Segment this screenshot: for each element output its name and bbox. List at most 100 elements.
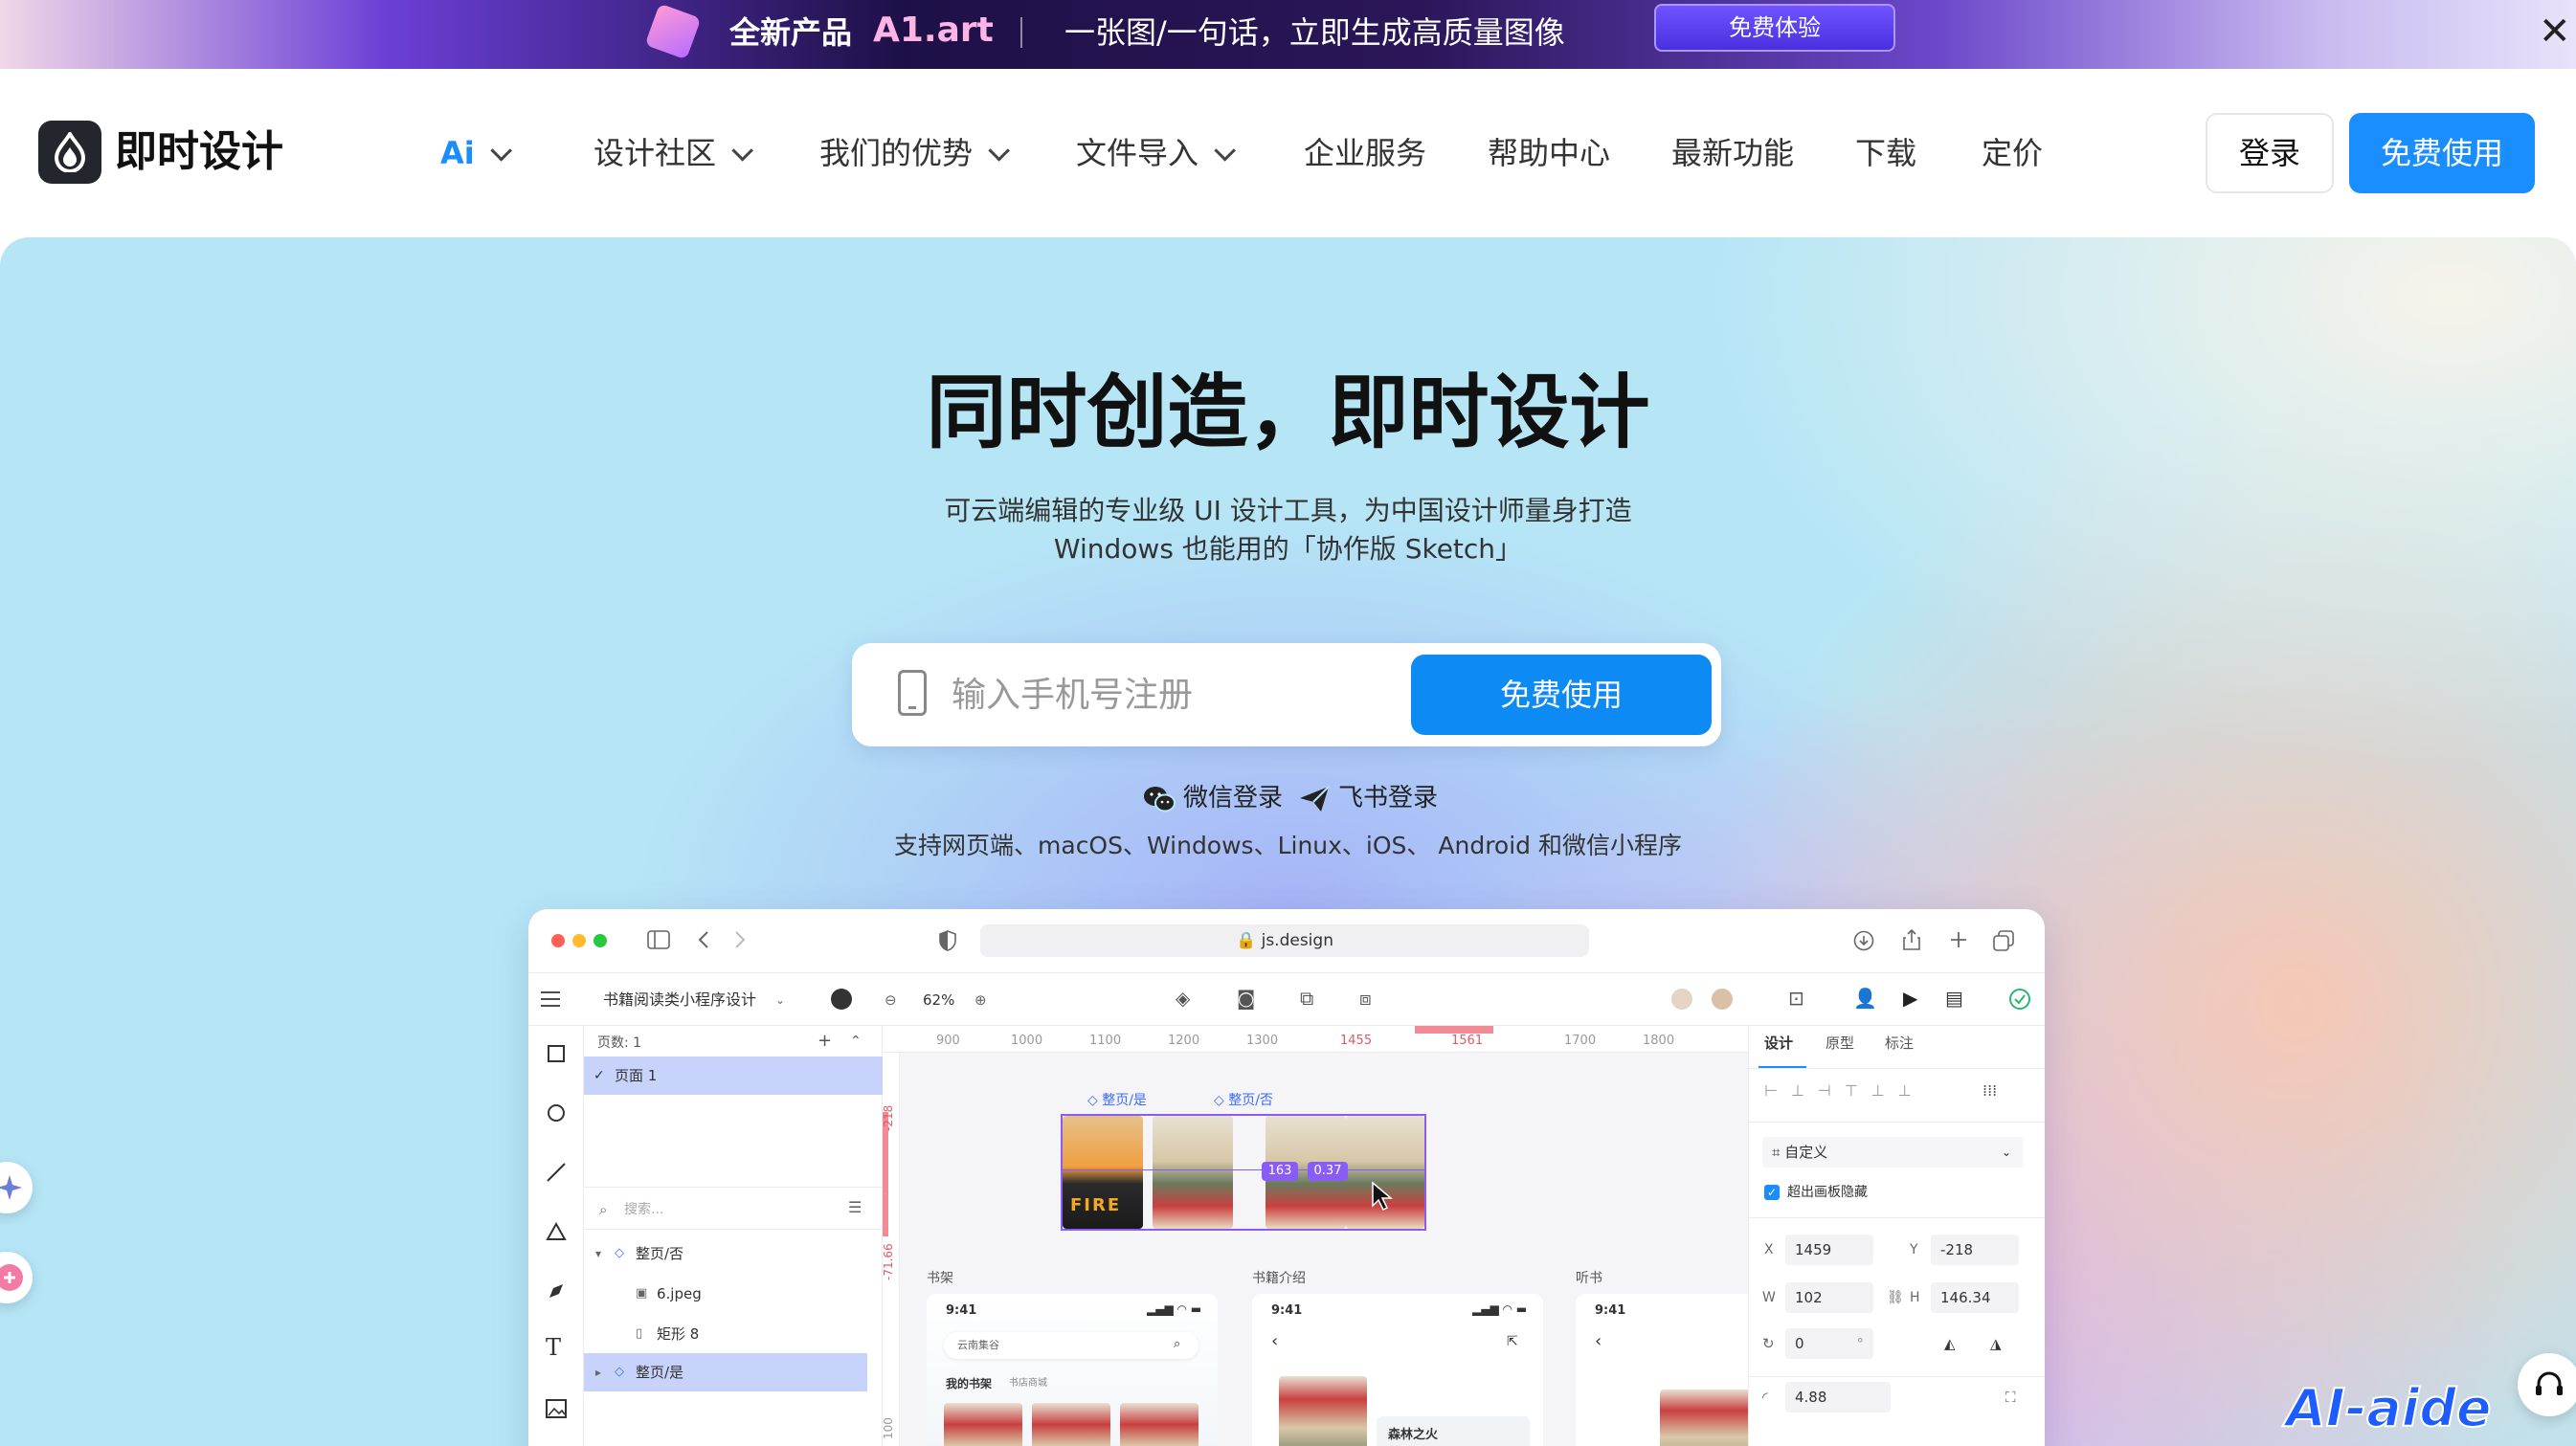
filter-icon[interactable]: ☰ [848, 1198, 862, 1217]
promo-tagline: 一张图/一句话，立即生成高质量图像 [1064, 14, 1565, 51]
tab-design[interactable]: 设计 [1764, 1034, 1793, 1053]
frame-icon: ⌗ [1772, 1144, 1785, 1161]
url-bar[interactable]: 🔒 js.design [980, 924, 1589, 957]
hero-subtitle-line2: Windows 也能用的「协作版 Sketch」 [1053, 533, 1523, 565]
file-name[interactable]: 书籍阅读类小程序设计 [603, 990, 756, 1010]
text-tool-icon[interactable]: T [546, 1336, 561, 1359]
flip-vertical-icon[interactable]: ◮ [1990, 1334, 2002, 1353]
book-thumbnail[interactable] [1120, 1403, 1198, 1446]
line-tool-icon[interactable] [546, 1162, 567, 1183]
add-page-icon[interactable]: + [818, 1032, 832, 1051]
rectangle-tool-icon[interactable] [548, 1045, 565, 1062]
login-button[interactable]: 登录 [2206, 113, 2334, 193]
phone-input[interactable] [952, 666, 1488, 723]
nav-item-import[interactable]: 文件导入 [1076, 128, 1236, 178]
tab-annotation[interactable]: 标注 [1885, 1034, 1914, 1053]
plugin-icon[interactable]: ⊡ [1788, 989, 1804, 1008]
nav-item-enterprise[interactable]: 企业服务 [1304, 128, 1426, 178]
menu-icon [541, 991, 560, 1007]
back-icon[interactable]: ‹ [1595, 1332, 1602, 1351]
layer-item-selected[interactable] [584, 1353, 867, 1391]
h-field[interactable]: 146.34 [1931, 1282, 2019, 1313]
horizontal-ruler: 900 1000 1100 1200 1300 1455 1561 1700 1… [883, 1026, 1748, 1053]
frame-preset-select[interactable]: ⌗ 自定义 ⌄ [1762, 1137, 2023, 1168]
audiobook-screen[interactable]: 9:41 ‹ [1576, 1294, 1767, 1446]
independent-corners-icon[interactable]: ⛶ [2005, 1388, 2016, 1407]
corner-radius-field[interactable]: 4.88 [1785, 1382, 1891, 1413]
divider [584, 1229, 883, 1230]
frame-label-text: 整页/是 [1102, 1093, 1147, 1108]
align-icons[interactable]: ⊢⊥⊣⊤⊥⊥ [1764, 1081, 1925, 1101]
nav-item-help[interactable]: 帮助中心 [1488, 128, 1610, 178]
tab-prototype[interactable]: 原型 [1826, 1034, 1854, 1053]
promo-banner[interactable]: 全新产品 A1.art 一张图/一句话，立即生成高质量图像 免费体验 ✕ [0, 0, 2576, 69]
collapse-arrow-icon[interactable]: ▸ [595, 1363, 601, 1382]
back-icon[interactable]: ‹ [1271, 1332, 1278, 1351]
vruler-tick: 100 [882, 1417, 895, 1439]
mask-icon[interactable]: ◙ [1237, 989, 1255, 1008]
collapse-icon[interactable]: ⌃ [850, 1032, 862, 1051]
nav-item-new-features[interactable]: 最新功能 [1671, 128, 1794, 178]
nav-item-download[interactable]: 下载 [1855, 128, 1916, 178]
close-icon[interactable]: ✕ [2539, 8, 2571, 56]
y-field[interactable]: -218 [1931, 1235, 2019, 1265]
check-icon: ✓ [594, 1068, 605, 1083]
image-tool-icon[interactable] [546, 1399, 567, 1418]
collaborator-avatar[interactable] [1710, 987, 1735, 1012]
book-cover [1660, 1390, 1756, 1446]
support-button[interactable] [2518, 1353, 2576, 1416]
phone-search-bar[interactable]: 云南集谷 ⌕ [944, 1332, 1198, 1359]
component-icon[interactable]: ◈ [1176, 989, 1190, 1008]
logo-icon[interactable] [38, 121, 101, 184]
w-field[interactable]: 102 [1785, 1282, 1873, 1313]
book-city-tab[interactable]: 书店商城 [1009, 1374, 1047, 1393]
boolean-icon[interactable]: ⧈ [1359, 989, 1372, 1008]
selection-box[interactable] [1061, 1114, 1426, 1231]
nav-item-community[interactable]: 设计社区 [594, 128, 753, 178]
share-user-icon[interactable]: 👤 [1853, 989, 1877, 1008]
flip-horizontal-icon[interactable]: ◭ [1944, 1334, 1956, 1353]
zoom-in-icon[interactable]: ⊕ [974, 990, 987, 1010]
my-shelf-tab[interactable]: 我的书架 [946, 1374, 992, 1393]
free-use-button[interactable]: 免费使用 [2349, 113, 2535, 193]
layout-icon[interactable]: ▤ [1945, 989, 1963, 1008]
lock-ratio-icon[interactable]: ⛓ [1887, 1288, 1904, 1307]
nav-item-pricing[interactable]: 定价 [1982, 128, 2043, 178]
share-icon[interactable]: ⇱ [1507, 1332, 1518, 1351]
clip-content-checkbox[interactable]: ✓ [1764, 1185, 1780, 1200]
layer-search-input[interactable]: 搜索... [624, 1200, 663, 1219]
grid-icon[interactable]: ⁞⁞⁞ [1982, 1081, 1997, 1101]
layer-item[interactable]: 整页/否 [636, 1244, 683, 1263]
triangle-tool-icon[interactable] [546, 1221, 567, 1242]
book-thumbnail[interactable] [1032, 1403, 1110, 1446]
play-icon[interactable]: ▶ [1903, 989, 1917, 1008]
nav-item-advantages[interactable]: 我们的优势 [819, 128, 1010, 178]
layer-item: 整页/是 [636, 1364, 684, 1381]
layer-item[interactable]: 6.jpeg [657, 1284, 702, 1303]
brand-name[interactable]: 即时设计 [115, 124, 283, 180]
ellipse-tool-icon[interactable] [548, 1104, 565, 1122]
feishu-login-link[interactable]: 飞书登录 [1298, 781, 1438, 815]
crop-icon[interactable]: ⧉ [1300, 989, 1313, 1008]
team-avatar[interactable] [831, 989, 852, 1010]
expand-arrow-icon[interactable]: ▾ [595, 1244, 601, 1263]
bookshelf-screen[interactable]: 9:41 ▂▄▆ ◠ ▬ 云南集谷 ⌕ 我的书架 书店商城 [927, 1294, 1218, 1446]
zoom-out-icon[interactable]: ⊖ [885, 990, 897, 1010]
nav-item-ai[interactable]: Ai [440, 128, 512, 178]
pink-float-button[interactable] [0, 1252, 33, 1303]
book-thumbnail[interactable] [944, 1403, 1022, 1446]
rotation-field[interactable]: 0 ° [1785, 1328, 1873, 1359]
check-circle-icon[interactable] [2008, 988, 2031, 1011]
x-field[interactable]: 1459 [1785, 1235, 1873, 1265]
measure-badge-h: 0.37 [1308, 1162, 1348, 1181]
zoom-level[interactable]: 62% [923, 990, 954, 1010]
design-canvas[interactable]: 900 1000 1100 1200 1300 1455 1561 1700 1… [882, 1026, 1767, 1446]
promo-trial-button[interactable]: 免费体验 [1654, 4, 1895, 52]
layer-item[interactable]: 矩形 8 [657, 1324, 699, 1344]
pen-tool-icon[interactable] [546, 1280, 567, 1301]
sparkle-float-button[interactable] [0, 1162, 33, 1213]
collaborator-avatar[interactable] [1669, 987, 1694, 1012]
wechat-login-link[interactable]: 微信登录 [1143, 781, 1283, 815]
signup-free-button[interactable]: 免费使用 [1411, 655, 1712, 735]
book-intro-screen[interactable]: 9:41 ▂▄▆ ◠ ▬ ‹ ⇱ 森林之火 [1252, 1294, 1543, 1446]
